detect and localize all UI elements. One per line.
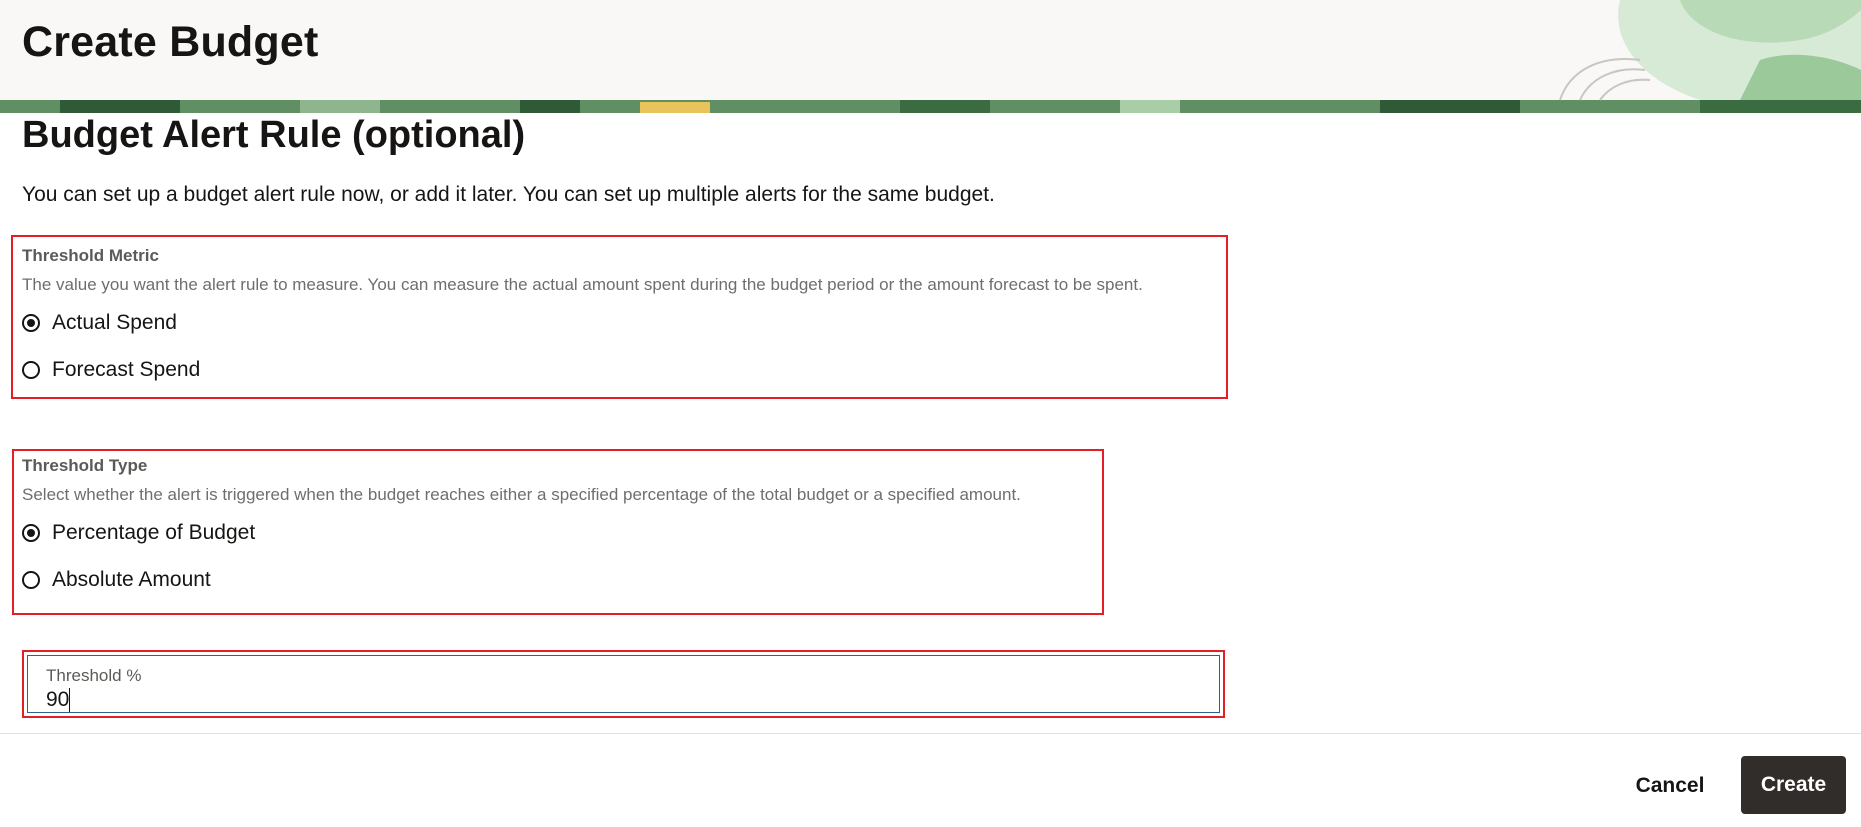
- radio-forecast-spend-label[interactable]: Forecast Spend: [52, 358, 200, 382]
- threshold-metric-help: The value you want the alert rule to mea…: [22, 275, 1143, 294]
- radio-forecast-spend-indicator[interactable]: [22, 361, 40, 379]
- radio-actual-spend[interactable]: Actual Spend: [22, 311, 177, 335]
- create-button[interactable]: Create: [1741, 756, 1846, 814]
- threshold-percent-input[interactable]: 90: [46, 688, 446, 713]
- radio-absolute-amount-label[interactable]: Absolute Amount: [52, 568, 211, 592]
- text-caret: [69, 688, 71, 713]
- threshold-type-help: Select whether the alert is triggered wh…: [22, 485, 1021, 504]
- threshold-percent-label: Threshold %: [46, 666, 142, 685]
- cancel-button[interactable]: Cancel: [1620, 757, 1720, 815]
- radio-absolute-amount-indicator[interactable]: [22, 571, 40, 589]
- page-header: Create Budget: [0, 0, 1861, 113]
- threshold-type-label: Threshold Type: [22, 456, 148, 475]
- page-title: Create Budget: [22, 18, 319, 66]
- radio-percentage-of-budget-label[interactable]: Percentage of Budget: [52, 521, 255, 545]
- radio-actual-spend-label[interactable]: Actual Spend: [52, 311, 177, 335]
- radio-percentage-of-budget-indicator[interactable]: [22, 524, 40, 542]
- section-intro: You can set up a budget alert rule now, …: [22, 183, 995, 206]
- radio-absolute-amount[interactable]: Absolute Amount: [22, 568, 211, 592]
- radio-percentage-of-budget[interactable]: Percentage of Budget: [22, 521, 255, 545]
- section-title: Budget Alert Rule (optional): [22, 114, 526, 156]
- threshold-percent-value[interactable]: 90: [46, 688, 69, 711]
- threshold-metric-label: Threshold Metric: [22, 246, 159, 265]
- radio-actual-spend-indicator[interactable]: [22, 314, 40, 332]
- threshold-percent-field[interactable]: Threshold % 90: [22, 650, 1225, 718]
- threshold-type-group: Threshold Type Select whether the alert …: [12, 449, 1104, 615]
- threshold-metric-group: Threshold Metric The value you want the …: [11, 235, 1228, 399]
- radio-forecast-spend[interactable]: Forecast Spend: [22, 358, 200, 382]
- footer-divider: [0, 733, 1861, 734]
- threshold-percent-field-inner[interactable]: Threshold % 90: [27, 655, 1220, 713]
